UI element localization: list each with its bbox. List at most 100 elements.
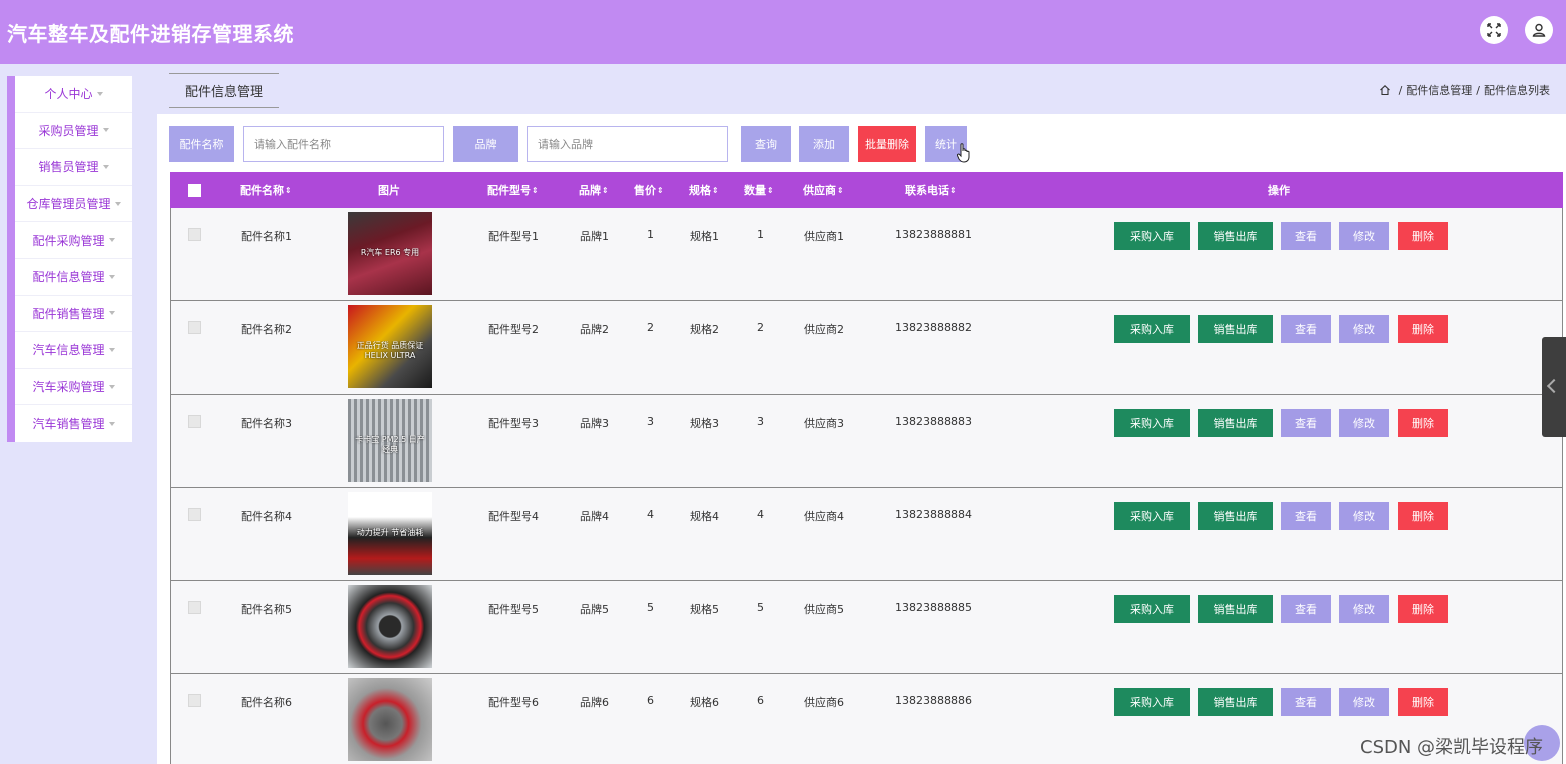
view-button[interactable]: 查看 — [1281, 222, 1331, 250]
row-select-cell[interactable] — [188, 507, 201, 521]
sidebar-item-salesperson[interactable]: 销售员管理 — [15, 149, 132, 186]
cell-supplier: 供应商1 — [804, 230, 844, 243]
view-button[interactable]: 查看 — [1281, 688, 1331, 717]
sidebar-item-parts-sales[interactable]: 配件销售管理 — [15, 296, 132, 333]
app-title: 汽车整车及配件进销存管理系统 — [7, 22, 294, 46]
col-image: 图片 — [378, 184, 400, 197]
cell-brand: 品牌6 — [580, 696, 609, 710]
col-part-name[interactable]: 配件名称 ⇕ — [240, 172, 292, 208]
user-icon — [1532, 23, 1546, 37]
sidebar-item-car-purchase[interactable]: 汽车采购管理 — [15, 369, 132, 406]
chevron-down-icon — [108, 238, 115, 243]
sale-out-button[interactable]: 销售出库 — [1198, 688, 1273, 717]
purchase-in-button[interactable]: 采购入库 — [1114, 595, 1190, 624]
edit-button[interactable]: 修改 — [1339, 408, 1389, 437]
select-all-checkbox[interactable] — [188, 183, 201, 197]
delete-button[interactable]: 删除 — [1398, 595, 1448, 624]
cell-brand: 品牌4 — [580, 509, 609, 523]
cell-phone: 13823888886 — [895, 694, 972, 708]
cell-spec: 规格4 — [690, 509, 719, 523]
row-checkbox[interactable] — [188, 321, 201, 335]
edit-button[interactable]: 修改 — [1339, 222, 1389, 250]
row-checkbox[interactable] — [188, 228, 201, 241]
edit-button[interactable]: 修改 — [1339, 595, 1389, 624]
side-panel-toggle[interactable] — [1542, 337, 1566, 437]
chevron-down-icon — [108, 274, 115, 279]
purchase-in-button[interactable]: 采购入库 — [1114, 315, 1190, 344]
purchase-in-button[interactable]: 采购入库 — [1114, 501, 1190, 530]
row-select-cell[interactable] — [188, 601, 201, 615]
sidebar-item-warehouse-admin[interactable]: 仓库管理员管理 — [15, 186, 132, 223]
row-checkbox[interactable] — [188, 694, 201, 708]
delete-button[interactable]: 删除 — [1398, 688, 1448, 717]
table-row: 配件名称4 动力提升 节省油耗 配件型号4 品牌4 4 规格4 4 供应商4 1… — [170, 487, 1563, 582]
cell-model: 配件型号5 — [488, 603, 539, 617]
purchase-in-button[interactable]: 采购入库 — [1114, 408, 1190, 437]
sort-icon: ⇕ — [602, 185, 609, 195]
sale-out-button[interactable]: 销售出库 — [1198, 315, 1273, 344]
user-button[interactable] — [1525, 16, 1553, 44]
row-select-cell[interactable] — [188, 321, 201, 335]
home-icon[interactable] — [1379, 84, 1391, 96]
col-price[interactable]: 售价 ⇕ — [634, 172, 664, 208]
sale-out-button[interactable]: 销售出库 — [1198, 501, 1273, 530]
table-row: 配件名称6 配件型号6 品牌6 6 规格6 6 供应商6 13823888886… — [170, 674, 1563, 764]
sidebar-item-car-info[interactable]: 汽车信息管理 — [15, 332, 132, 369]
breadcrumb-separator: / — [1476, 83, 1480, 97]
col-supplier[interactable]: 供应商 ⇕ — [803, 172, 844, 208]
edit-button[interactable]: 修改 — [1339, 315, 1389, 344]
cell-supplier: 供应商4 — [804, 509, 844, 523]
col-actions: 操作 — [1268, 184, 1290, 197]
select-all-cell[interactable] — [188, 172, 201, 208]
cell-part-name: 配件名称5 — [241, 603, 292, 617]
sidebar-item-car-sales[interactable]: 汽车销售管理 — [15, 405, 132, 442]
delete-button[interactable]: 删除 — [1398, 222, 1448, 250]
delete-button[interactable]: 删除 — [1398, 501, 1448, 530]
row-select-cell[interactable] — [188, 228, 201, 241]
page-tab[interactable]: 配件信息管理 — [169, 73, 279, 108]
sale-out-button[interactable]: 销售出库 — [1198, 595, 1273, 624]
batch-delete-button[interactable]: 批量删除 — [858, 126, 916, 162]
query-button[interactable]: 查询 — [741, 126, 791, 162]
purchase-in-button[interactable]: 采购入库 — [1114, 688, 1190, 717]
row-checkbox[interactable] — [188, 414, 201, 428]
purchase-in-button[interactable]: 采购入库 — [1114, 222, 1190, 250]
view-button[interactable]: 查看 — [1281, 595, 1331, 624]
view-button[interactable]: 查看 — [1281, 315, 1331, 344]
part-name-input[interactable] — [243, 126, 444, 162]
chevron-down-icon — [108, 311, 115, 316]
col-model[interactable]: 配件型号 ⇕ — [487, 172, 539, 208]
part-image: 卡卡宝 PM2.5 日产 经典 — [348, 398, 432, 482]
cell-spec: 规格3 — [690, 416, 719, 430]
sale-out-button[interactable]: 销售出库 — [1198, 222, 1273, 250]
row-checkbox[interactable] — [188, 507, 201, 521]
hand-cursor-icon — [957, 143, 970, 163]
chevron-down-icon — [96, 91, 103, 96]
brand-input[interactable] — [527, 126, 728, 162]
view-button[interactable]: 查看 — [1281, 408, 1331, 437]
row-select-cell[interactable] — [188, 414, 201, 428]
col-phone[interactable]: 联系电话 ⇕ — [905, 172, 957, 208]
delete-button[interactable]: 删除 — [1398, 315, 1448, 344]
col-quantity[interactable]: 数量 ⇕ — [744, 172, 774, 208]
edit-button[interactable]: 修改 — [1339, 501, 1389, 530]
add-button[interactable]: 添加 — [799, 126, 849, 162]
sidebar-item-personal-center[interactable]: 个人中心 — [15, 76, 132, 113]
sidebar-item-purchaser[interactable]: 采购员管理 — [15, 113, 132, 150]
col-spec[interactable]: 规格 ⇕ — [689, 172, 719, 208]
cell-supplier: 供应商6 — [804, 696, 844, 710]
sidebar-item-parts-info[interactable]: 配件信息管理 — [15, 259, 132, 296]
breadcrumb-item[interactable]: 配件信息管理 — [1406, 82, 1472, 98]
cell-quantity: 1 — [757, 228, 764, 241]
edit-button[interactable]: 修改 — [1339, 688, 1389, 717]
row-checkbox[interactable] — [188, 601, 201, 615]
row-select-cell[interactable] — [188, 694, 201, 708]
sale-out-button[interactable]: 销售出库 — [1198, 408, 1273, 437]
sidebar-item-parts-purchase[interactable]: 配件采购管理 — [15, 222, 132, 259]
delete-button[interactable]: 删除 — [1398, 408, 1448, 437]
app-header: 汽车整车及配件进销存管理系统 — [0, 0, 1566, 64]
view-button[interactable]: 查看 — [1281, 501, 1331, 530]
table-row: 配件名称3 卡卡宝 PM2.5 日产 经典 配件型号3 品牌3 3 规格3 3 … — [170, 394, 1563, 488]
fullscreen-button[interactable] — [1480, 16, 1508, 44]
col-brand[interactable]: 品牌 ⇕ — [579, 172, 609, 208]
